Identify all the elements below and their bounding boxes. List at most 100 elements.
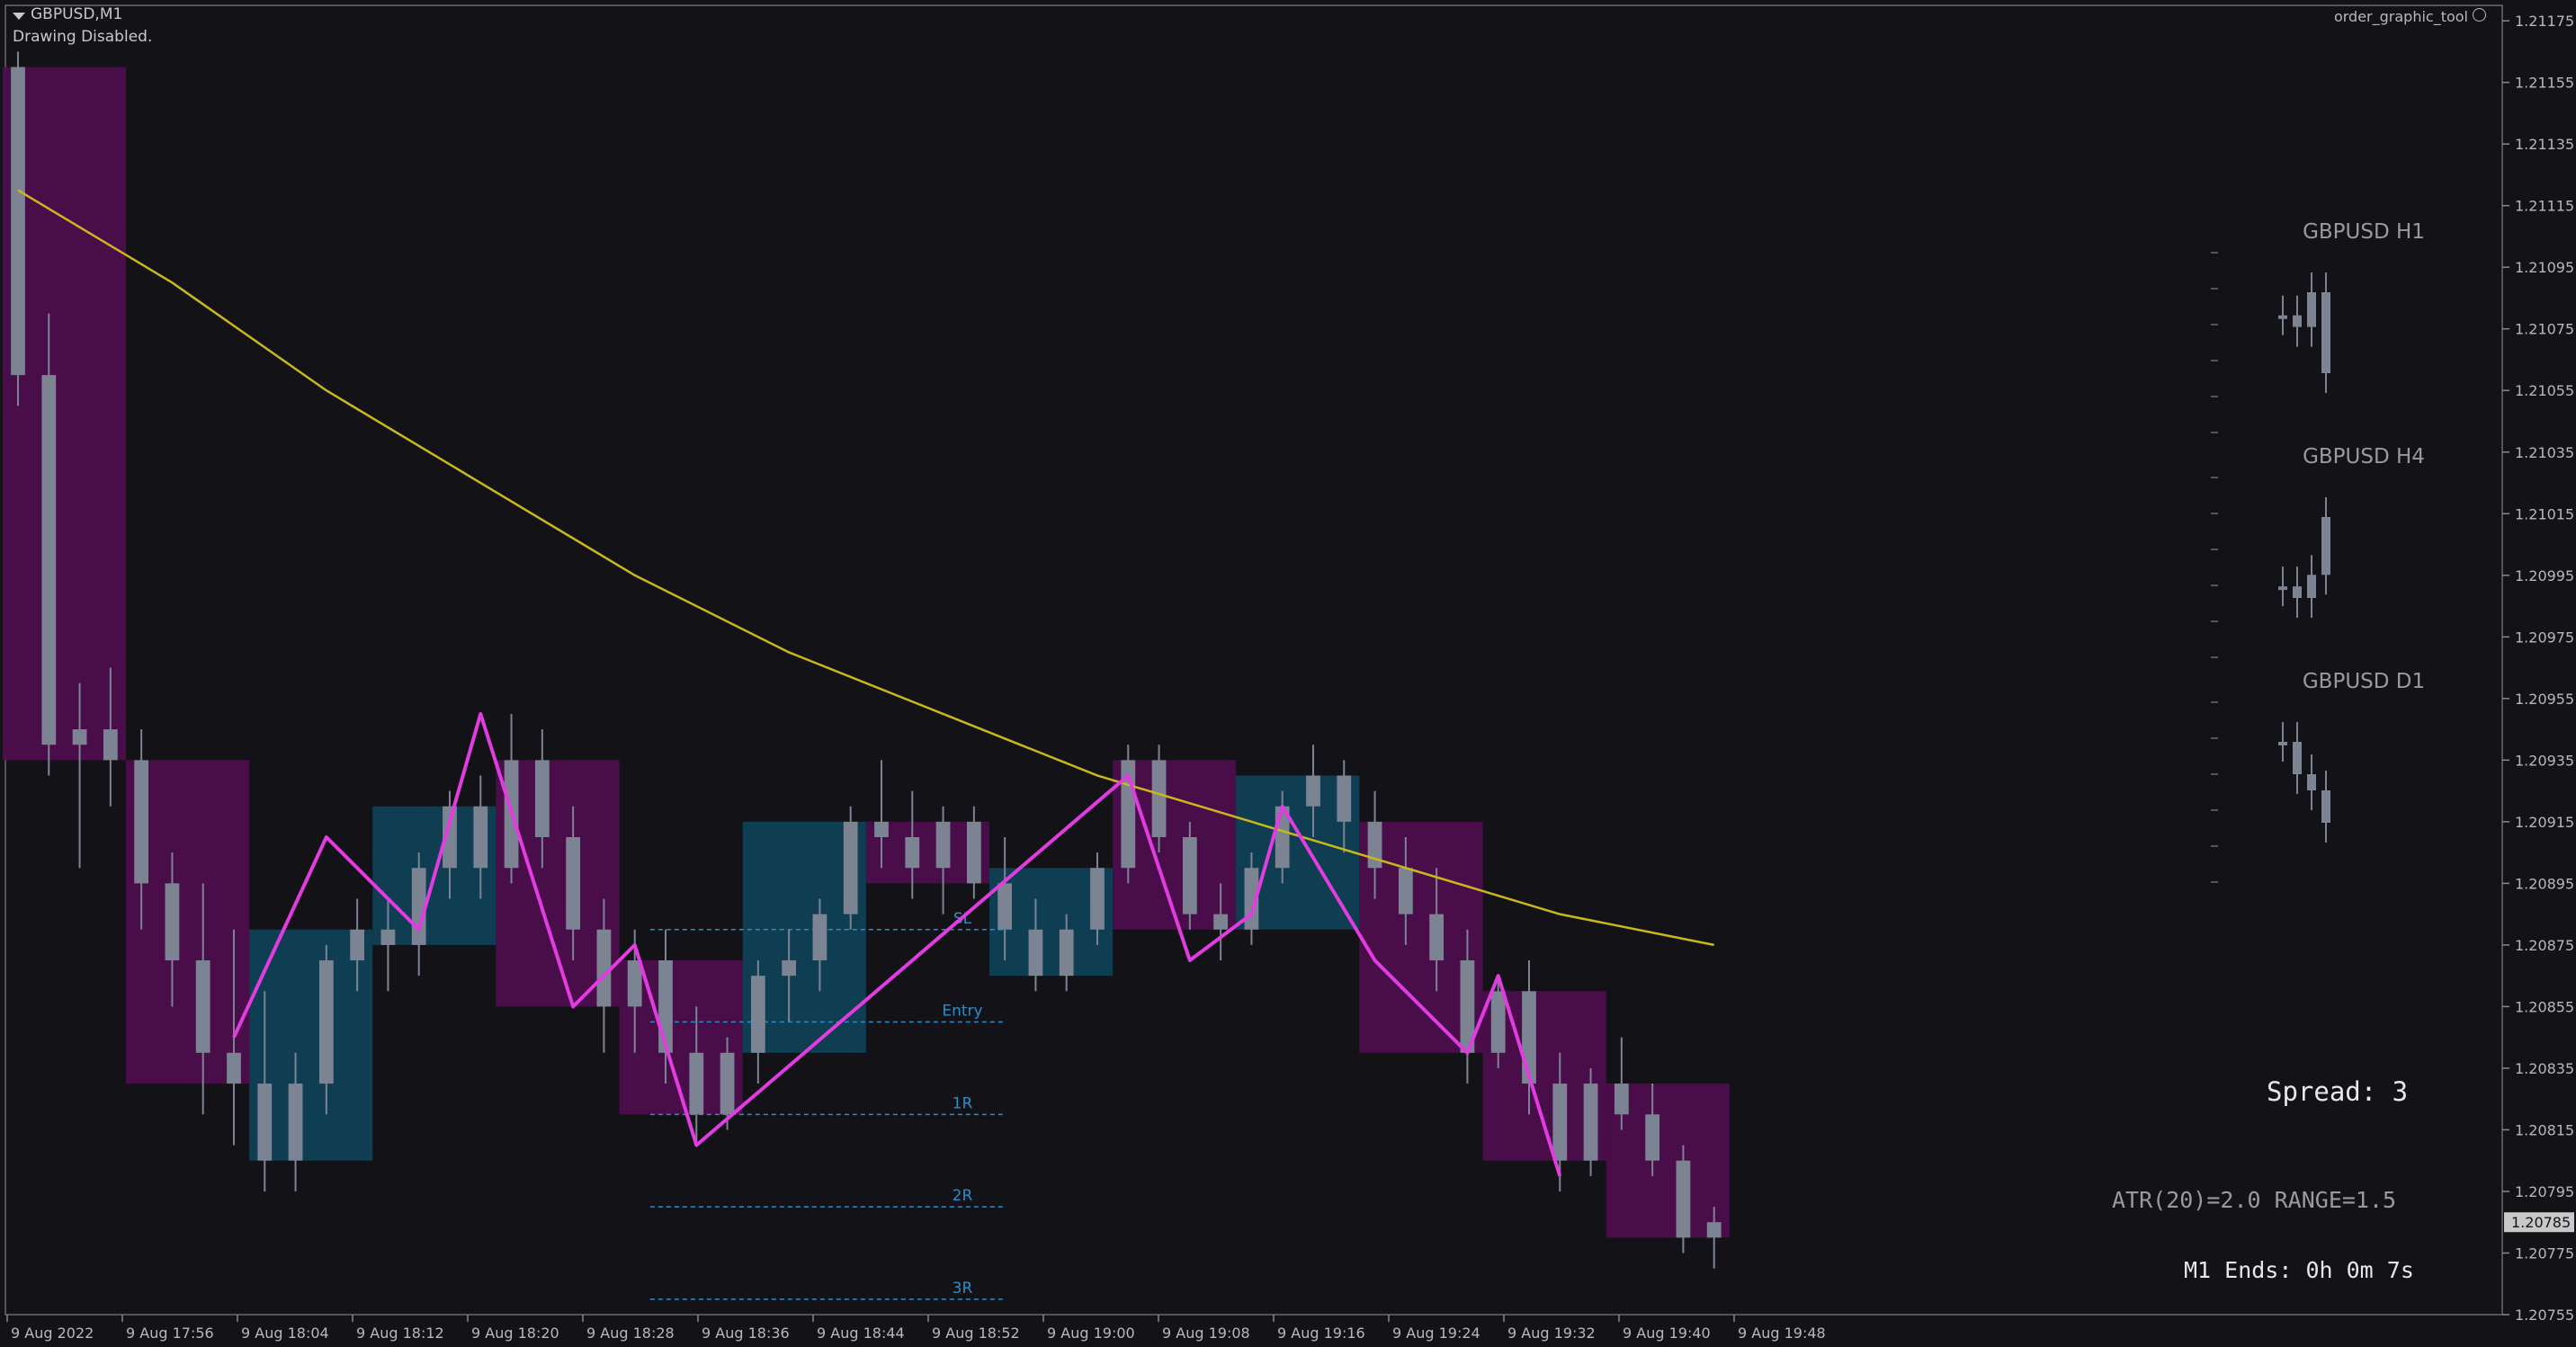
mini-body-1-1 [2293, 586, 2302, 598]
candle-body-54 [1676, 1160, 1691, 1238]
chart-symbol-label[interactable]: GBPUSD,M1 [13, 5, 122, 23]
mini-chart-label-0: GBPUSD H1 [2303, 220, 2425, 244]
x-tick-label-1: 9 Aug 17:56 [126, 1325, 214, 1342]
x-tick-label-15: 9 Aug 19:48 [1738, 1325, 1826, 1342]
mini-body-1-3 [2321, 517, 2330, 575]
spread-readout: Spread: 3 [2267, 1076, 2409, 1107]
candle-body-29 [905, 836, 920, 869]
candle-body-7 [227, 1052, 241, 1084]
candle-body-12 [380, 929, 396, 945]
candle-30 [935, 806, 951, 914]
candle-body-3 [103, 729, 118, 761]
y-tick-label-3: 1.21115 [2515, 198, 2574, 215]
candle-body-18 [566, 836, 581, 930]
bar-timer-readout: M1 Ends: 0h 0m 7s [2184, 1257, 2414, 1283]
candle-body-43 [1337, 775, 1352, 822]
indicator-name: order_graphic_tool [2333, 8, 2468, 25]
candle-body-45 [1398, 868, 1413, 914]
y-tick-label-19: 1.20795 [2515, 1183, 2574, 1200]
y-tick-label-15: 1.20875 [2515, 937, 2574, 954]
candle-body-20 [627, 960, 642, 1007]
candle-body-35 [1090, 868, 1105, 930]
candle-body-39 [1213, 914, 1229, 930]
candle-body-10 [318, 960, 334, 1084]
mini-chart-label-1: GBPUSD H4 [2303, 445, 2425, 468]
y-tick-label-21: 1.20755 [2515, 1307, 2574, 1324]
y-tick-label-11: 1.20955 [2515, 691, 2574, 708]
candle-body-28 [874, 821, 889, 837]
mini-chart-label-2: GBPUSD D1 [2303, 670, 2425, 693]
candle-body-51 [1583, 1084, 1598, 1161]
candle-body-38 [1182, 836, 1197, 914]
candle-body-6 [195, 960, 210, 1053]
candle-body-46 [1429, 914, 1445, 961]
y-tick-label-1: 1.21155 [2515, 75, 2574, 92]
candle-body-22 [689, 1052, 704, 1115]
drawing-status: Drawing Disabled. [13, 28, 153, 46]
candle-body-26 [812, 914, 827, 961]
mini-body-2-2 [2307, 774, 2316, 790]
candle-27 [843, 806, 858, 930]
candle-body-8 [257, 1084, 273, 1161]
candle-body-25 [782, 960, 797, 977]
trade-level-label-3: 2R [953, 1187, 973, 1205]
trade-level-label-4: 3R [953, 1280, 973, 1298]
candle-body-31 [966, 821, 981, 884]
x-tick-label-6: 9 Aug 18:36 [702, 1325, 790, 1342]
candle-body-4 [134, 760, 149, 884]
candle-body-55 [1706, 1222, 1722, 1238]
x-tick-label-11: 9 Aug 19:16 [1277, 1325, 1365, 1342]
mini-body-0-3 [2321, 292, 2330, 373]
candle-body-9 [288, 1084, 303, 1161]
price-chart[interactable]: SLEntry1R2R3R 1.211751.211551.211351.211… [0, 0, 2576, 1347]
x-tick-label-2: 9 Aug 18:04 [241, 1325, 329, 1342]
plot-frame [4, 4, 2503, 1316]
mini-body-2-0 [2278, 742, 2287, 745]
smile-icon[interactable] [2473, 8, 2486, 22]
candle-body-53 [1645, 1114, 1660, 1161]
mini-body-2-3 [2321, 790, 2330, 823]
mini-body-1-0 [2278, 586, 2287, 591]
current-price-label: 1.20785 [2511, 1214, 2571, 1231]
y-tick-label-18: 1.20815 [2515, 1121, 2574, 1138]
y-tick-label-17: 1.20835 [2515, 1060, 2574, 1077]
y-tick-label-5: 1.21075 [2515, 321, 2574, 338]
candle-body-30 [935, 821, 951, 869]
y-tick-label-2: 1.21135 [2515, 136, 2574, 153]
x-tick-label-7: 9 Aug 18:44 [817, 1325, 905, 1342]
y-tick-label-6: 1.21055 [2515, 382, 2574, 399]
candle-body-1 [41, 375, 57, 745]
candle-body-0 [11, 67, 25, 376]
y-tick-label-0: 1.21175 [2515, 13, 2574, 30]
candle-body-11 [350, 929, 365, 961]
candle-body-19 [596, 929, 612, 1007]
candle-body-5 [165, 883, 180, 961]
y-tick-label-9: 1.20995 [2515, 567, 2574, 584]
candle-body-24 [750, 976, 765, 1053]
candle-38 [1182, 821, 1197, 930]
collapse-triangle-icon[interactable] [13, 13, 25, 20]
x-tick-label-4: 9 Aug 18:20 [471, 1325, 559, 1342]
candle-body-27 [843, 821, 858, 914]
x-tick-label-12: 9 Aug 19:24 [1392, 1325, 1480, 1342]
candle-37 [1151, 745, 1167, 853]
candle-body-42 [1306, 775, 1320, 807]
candle-51 [1583, 1067, 1598, 1176]
x-tick-label-0: 9 Aug 2022 [11, 1325, 94, 1342]
y-tick-label-16: 1.20855 [2515, 998, 2574, 1015]
candle-body-49 [1522, 991, 1536, 1084]
candle-body-23 [720, 1052, 735, 1115]
candle-body-33 [1028, 929, 1043, 977]
candle-31 [966, 806, 981, 899]
y-tick-label-8: 1.21015 [2515, 505, 2574, 522]
y-tick-label-10: 1.20975 [2515, 629, 2574, 646]
candle-0 [11, 51, 25, 406]
candle-body-17 [534, 760, 550, 837]
candle-36 [1121, 745, 1136, 884]
mini-body-0-1 [2293, 315, 2302, 327]
trade-level-label-2: 1R [953, 1094, 973, 1112]
x-tick-label-14: 9 Aug 19:40 [1623, 1325, 1711, 1342]
y-tick-label-13: 1.20915 [2515, 814, 2574, 831]
candle-body-15 [473, 806, 488, 869]
y-tick-label-14: 1.20895 [2515, 875, 2574, 892]
